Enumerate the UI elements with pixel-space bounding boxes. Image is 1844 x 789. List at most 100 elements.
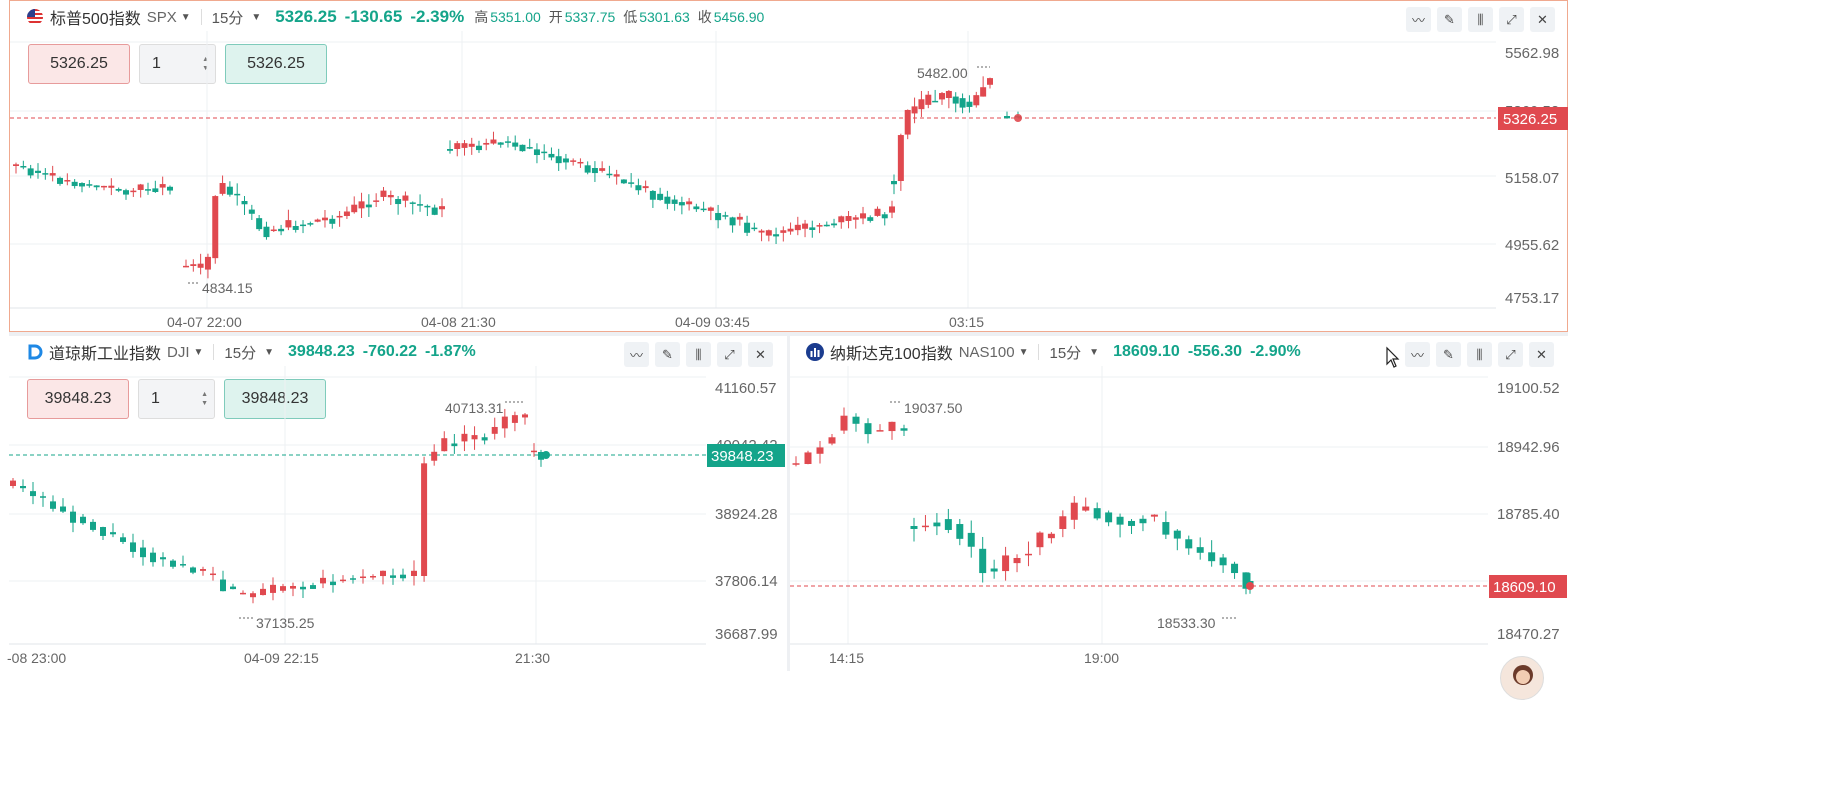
candle-body: [794, 224, 801, 231]
dji-chart-panel[interactable]: 道琼斯工业指数 DJI ▼ 15分 ▼ 39848.23 -760.22 -1.…: [7, 336, 787, 671]
candle-body: [635, 185, 642, 191]
candle-body: [664, 196, 671, 204]
candle-body: [431, 451, 438, 461]
candle-body: [1150, 514, 1158, 517]
candle-body: [952, 96, 959, 104]
candle-body: [944, 519, 952, 530]
candle-body: [918, 99, 925, 110]
candle-body: [351, 204, 358, 213]
candle-body: [79, 183, 85, 187]
candle-body: [1219, 557, 1227, 566]
candle-body: [852, 217, 859, 220]
candle-body: [758, 230, 765, 233]
candle-body: [1093, 508, 1101, 519]
candle-body: [35, 170, 41, 173]
candle-body: [744, 222, 751, 233]
candle-body: [828, 437, 836, 444]
candle-body: [860, 213, 867, 219]
candle-body: [606, 173, 613, 176]
candle-body: [1196, 547, 1204, 553]
candle-body: [310, 585, 316, 589]
x-axis-tick: 14:15: [829, 650, 864, 666]
high-label: 40713.31: [445, 400, 504, 416]
candle-body: [358, 201, 365, 209]
candle-body: [360, 576, 366, 579]
candle-body: [802, 223, 809, 229]
avatar[interactable]: [1500, 656, 1544, 700]
y-axis-tick: 37806.14: [715, 573, 778, 590]
candle-body: [483, 142, 490, 145]
y-axis-tick: 18785.40: [1497, 506, 1560, 523]
candle-body: [471, 435, 478, 440]
candle-body: [13, 164, 19, 166]
candle-body: [900, 428, 908, 431]
candle-body: [736, 216, 743, 220]
candle-body: [10, 480, 16, 486]
dji-candles[interactable]: 41160.5740042.4238924.2837806.1436687.99…: [7, 336, 787, 671]
candle-body: [417, 204, 424, 206]
candle-body: [980, 87, 987, 97]
candle-body: [804, 452, 812, 464]
candle-body: [792, 463, 800, 465]
candle-body: [671, 199, 678, 204]
candle-body: [1173, 530, 1181, 539]
candle-body: [504, 141, 511, 143]
low-label: 4834.15: [202, 280, 253, 296]
candle-body: [570, 160, 577, 162]
spx-candles[interactable]: 5562.985360.525158.074955.624753.175326.…: [10, 1, 1569, 333]
high-label: 5482.00: [917, 65, 968, 81]
low-label: 37135.25: [256, 615, 315, 631]
candle-body: [987, 78, 993, 85]
candle-body: [722, 215, 729, 217]
candle-body: [933, 522, 941, 527]
candle-body: [1070, 502, 1078, 520]
candle-body: [263, 226, 270, 238]
candle-body: [831, 223, 838, 226]
candle-body: [809, 227, 816, 230]
candle-body: [343, 211, 350, 216]
candle-body: [387, 195, 394, 198]
candle-body: [152, 188, 159, 192]
candle-body: [336, 215, 343, 218]
candle-body: [70, 511, 76, 523]
candle-body: [160, 557, 166, 560]
candle-body: [548, 153, 555, 158]
candle-body: [461, 143, 468, 148]
candle-body: [451, 443, 458, 447]
candle-body: [512, 142, 519, 147]
candle-body: [531, 450, 537, 453]
candle-body: [1059, 516, 1067, 529]
candle-body: [967, 532, 975, 547]
y-axis-tick: 4753.17: [1505, 290, 1559, 307]
candle-body: [260, 588, 266, 596]
candle-body: [270, 229, 277, 232]
candle-body: [1116, 516, 1124, 525]
live-price-dot: [1246, 582, 1254, 590]
candle-body: [881, 214, 888, 219]
candle-body: [852, 416, 860, 424]
candle-body: [838, 216, 845, 223]
candle-body: [541, 151, 548, 154]
candle-body: [340, 579, 346, 582]
candle-body: [86, 184, 93, 186]
spx-chart-panel[interactable]: 标普500指数 SPX ▼ 15分 ▼ 5326.25 -130.65 -2.3…: [9, 0, 1568, 332]
candle-body: [395, 199, 402, 205]
candle-body: [424, 205, 431, 208]
candle-body: [380, 570, 386, 577]
x-axis-tick: -08 23:00: [7, 650, 66, 666]
candle-body: [373, 200, 380, 202]
nas-candles[interactable]: 19100.52 18942.96 18785.40 18470.27 18609.10…: [790, 336, 1568, 671]
candle-body: [307, 223, 314, 225]
x-axis-tick: 03:15: [949, 314, 984, 330]
candle-body: [100, 527, 106, 536]
candle-body: [421, 463, 428, 576]
y-axis-tick: 38924.28: [715, 506, 778, 523]
candle-body: [200, 569, 206, 571]
high-label: 19037.50: [904, 400, 963, 416]
candle-body: [180, 564, 186, 566]
candle-body: [584, 165, 591, 173]
nas-chart-panel[interactable]: 纳斯达克100指数 NAS100 ▼ 15分 ▼ 18609.10 -556.3…: [790, 336, 1568, 671]
candle-body: [320, 577, 326, 584]
candle-body: [787, 228, 794, 232]
candle-body: [657, 193, 664, 200]
